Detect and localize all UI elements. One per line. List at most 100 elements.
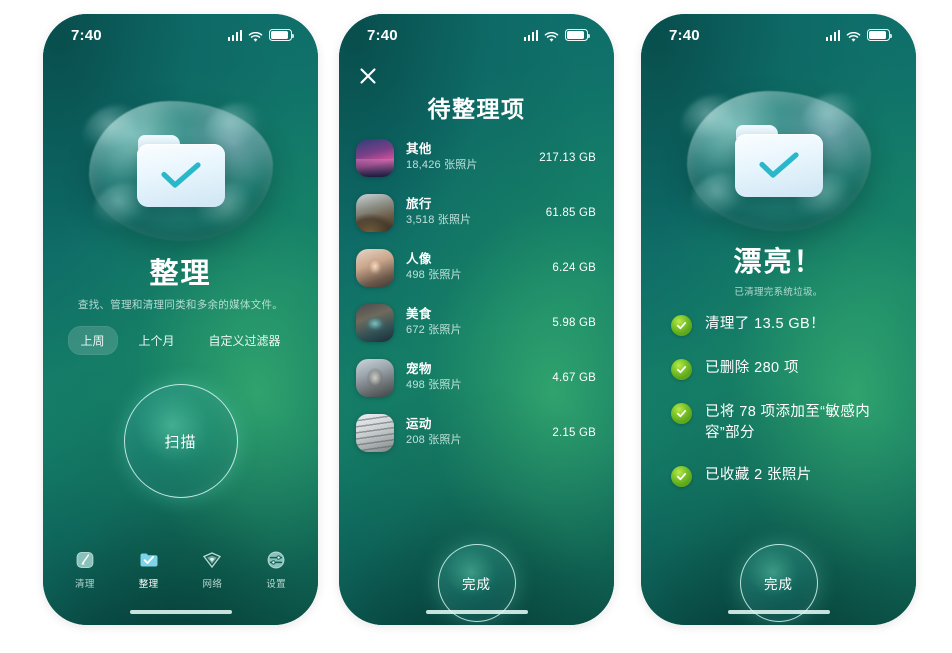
page-subtitle: 查找、管理和清理同类和多余的媒体文件。 [77, 299, 284, 311]
phone-mockup-organize: 7:40 整理 查找、管理和清理同类和多余的媒体文件。 上周 上个月 自定义过滤… [43, 14, 318, 625]
checkmark-icon [160, 161, 201, 188]
tab-clean[interactable]: 清理 [56, 549, 114, 590]
home-indicator [425, 609, 528, 614]
tab-organize[interactable]: 整理 [120, 549, 178, 590]
status-time: 7:40 [71, 26, 102, 44]
result-text: 清理了 13.5 GB！ [705, 316, 826, 332]
tab-settings[interactable]: 设置 [247, 549, 305, 590]
screenshot-canvas: 7:40 整理 查找、管理和清理同类和多余的媒体文件。 上周 上个月 自定义过滤… [0, 0, 952, 653]
list-item[interactable]: 旅行 3,518 张照片 61.85 GB [356, 185, 596, 240]
hero-folder-check-icon [680, 86, 877, 236]
status-indicators [523, 29, 591, 42]
battery-icon [565, 29, 591, 41]
hero-folder-check-icon [82, 96, 279, 246]
category-thumbnail [356, 303, 394, 342]
category-name: 宠物 [406, 361, 432, 376]
category-name: 运动 [406, 416, 432, 431]
category-size: 5.98 GB [552, 316, 596, 329]
phone-mockup-review-list: 7:40 待整理项 其他 18,426 张照片 217.13 GB 旅行 3,5… [339, 14, 614, 625]
result-text: 已删除 280 项 [705, 360, 799, 376]
category-thumbnail [356, 248, 394, 287]
check-circle-icon [671, 403, 692, 424]
status-bar: 7:40 [43, 14, 318, 56]
category-name: 人像 [406, 251, 432, 266]
category-name: 其他 [406, 141, 432, 156]
filter-last-week[interactable]: 上周 [67, 326, 118, 355]
filter-custom[interactable]: 自定义过滤器 [196, 326, 294, 355]
check-circle-icon [671, 315, 692, 336]
screen-organize: 7:40 整理 查找、管理和清理同类和多余的媒体文件。 上周 上个月 自定义过滤… [43, 14, 318, 625]
category-size: 217.13 GB [539, 151, 596, 164]
wifi-icon [846, 30, 861, 42]
list-item[interactable]: 人像 498 张照片 6.24 GB [356, 240, 596, 295]
phone-mockup-success: 7:40 漂亮！ 已清理完系统垃圾。 清理了 13.5 GB！ 已删除 280 … [641, 14, 916, 625]
result-item: 已收藏 2 张照片 [671, 465, 894, 488]
broom-disc-icon [74, 549, 96, 571]
status-time: 7:40 [669, 26, 700, 44]
category-count: 498 张照片 [406, 269, 462, 282]
page-title: 整理 [149, 258, 212, 290]
category-thumbnail [356, 138, 394, 177]
list-item-text: 运动 208 张照片 [406, 417, 552, 448]
page-subtitle: 已清理完系统垃圾。 [734, 287, 823, 298]
status-indicators [227, 29, 295, 42]
page-title: 待整理项 [427, 96, 526, 122]
category-count: 208 张照片 [406, 434, 462, 447]
result-text: 已收藏 2 张照片 [705, 467, 812, 484]
wifi-icon [544, 30, 559, 42]
battery-icon [867, 29, 893, 41]
check-circle-icon [671, 466, 692, 488]
category-thumbnail [356, 358, 394, 397]
list-item-text: 宠物 498 张照片 [406, 362, 552, 393]
list-item[interactable]: 运动 208 张照片 2.15 GB [356, 405, 596, 460]
category-name: 美食 [406, 306, 432, 321]
category-count: 672 张照片 [406, 324, 462, 337]
result-item: 清理了 13.5 GB！ [671, 314, 894, 336]
result-item: 已删除 280 项 [671, 358, 894, 380]
status-bar: 7:40 [641, 14, 916, 56]
list-item-text: 旅行 3,518 张照片 [406, 197, 546, 228]
results-checklist: 清理了 13.5 GB！ 已删除 280 项 已将 78 项添加至“敏感内容”部… [671, 314, 894, 509]
list-item[interactable]: 其他 18,426 张照片 217.13 GB [356, 130, 596, 185]
tab-settings-label: 设置 [266, 578, 287, 590]
close-icon[interactable] [356, 64, 380, 88]
home-indicator [129, 609, 232, 614]
status-indicators [825, 29, 893, 42]
result-text: 已将 78 项添加至“敏感内容”部分 [705, 404, 871, 441]
tab-network-label: 网络 [202, 578, 223, 590]
category-count: 498 张照片 [406, 379, 462, 392]
filter-last-month[interactable]: 上个月 [125, 326, 187, 355]
page-title: 漂亮！ [733, 246, 824, 277]
status-time: 7:40 [367, 26, 398, 44]
home-indicator [727, 609, 830, 614]
list-item[interactable]: 宠物 498 张照片 4.67 GB [356, 350, 596, 405]
check-circle-icon [671, 359, 692, 380]
category-size: 61.85 GB [545, 206, 596, 219]
list-item-text: 其他 18,426 张照片 [406, 142, 539, 173]
checkmark-icon [758, 151, 799, 178]
result-item: 已将 78 项添加至“敏感内容”部分 [671, 402, 894, 443]
folder-check-icon [136, 135, 225, 207]
tab-organize-label: 整理 [138, 578, 159, 590]
screen-review-list: 7:40 待整理项 其他 18,426 张照片 217.13 GB 旅行 3,5… [339, 14, 614, 625]
list-item[interactable]: 美食 672 张照片 5.98 GB [356, 295, 596, 350]
list-item-text: 美食 672 张照片 [406, 307, 552, 338]
screen-success: 7:40 漂亮！ 已清理完系统垃圾。 清理了 13.5 GB！ 已删除 280 … [641, 14, 916, 625]
wifi-diamond-icon [201, 549, 223, 571]
category-list: 其他 18,426 张照片 217.13 GB 旅行 3,518 张照片 61.… [339, 130, 614, 460]
category-size: 2.15 GB [552, 426, 596, 439]
cellular-signal-icon [825, 29, 840, 41]
scan-button[interactable]: 扫描 [123, 384, 238, 498]
folder-check-icon [138, 549, 160, 571]
category-size: 4.67 GB [552, 371, 596, 384]
list-item-text: 人像 498 张照片 [406, 252, 552, 283]
category-size: 6.24 GB [552, 261, 596, 274]
bottom-tab-bar: 清理 整理 网络 设置 [43, 541, 318, 597]
folder-check-icon [734, 125, 823, 197]
wifi-icon [248, 30, 263, 42]
status-bar: 7:40 [339, 14, 614, 56]
category-count: 18,426 张照片 [406, 159, 478, 172]
tab-network[interactable]: 网络 [183, 549, 241, 590]
category-thumbnail [356, 193, 394, 232]
cellular-signal-icon [227, 29, 242, 41]
